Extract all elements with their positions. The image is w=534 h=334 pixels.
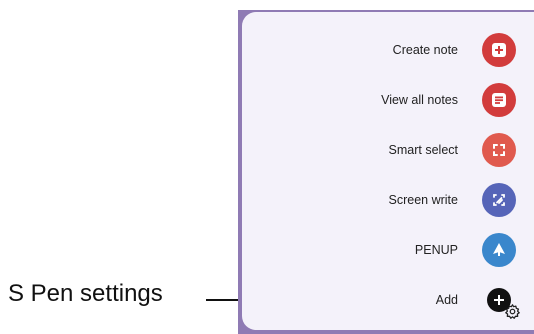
- air-command-panel: Create note View all notes Smart select …: [242, 12, 534, 330]
- view-all-notes-icon: [482, 83, 516, 117]
- menu-item-label: Add: [435, 293, 458, 307]
- menu-item-smart-select[interactable]: Smart select: [242, 128, 534, 172]
- screen-write-icon: [482, 183, 516, 217]
- screenshot-stage: S Pen settings Create note View all note…: [0, 0, 534, 334]
- s-pen-settings-callout: S Pen settings: [8, 280, 163, 307]
- menu-item-label: Smart select: [388, 143, 458, 157]
- add-icon: [487, 288, 511, 312]
- menu-item-screen-write[interactable]: Screen write: [242, 178, 534, 222]
- penup-icon: [482, 233, 516, 267]
- create-note-icon: [482, 33, 516, 67]
- menu-item-create-note[interactable]: Create note: [242, 28, 534, 72]
- menu-item-penup[interactable]: PENUP: [242, 228, 534, 272]
- menu-item-view-all-notes[interactable]: View all notes: [242, 78, 534, 122]
- menu-item-label: PENUP: [414, 243, 458, 257]
- menu-item-label: View all notes: [381, 93, 458, 107]
- smart-select-icon: [482, 133, 516, 167]
- menu-item-label: Screen write: [388, 193, 458, 207]
- menu-item-label: Create note: [392, 43, 458, 57]
- menu-item-add[interactable]: Add: [242, 278, 534, 322]
